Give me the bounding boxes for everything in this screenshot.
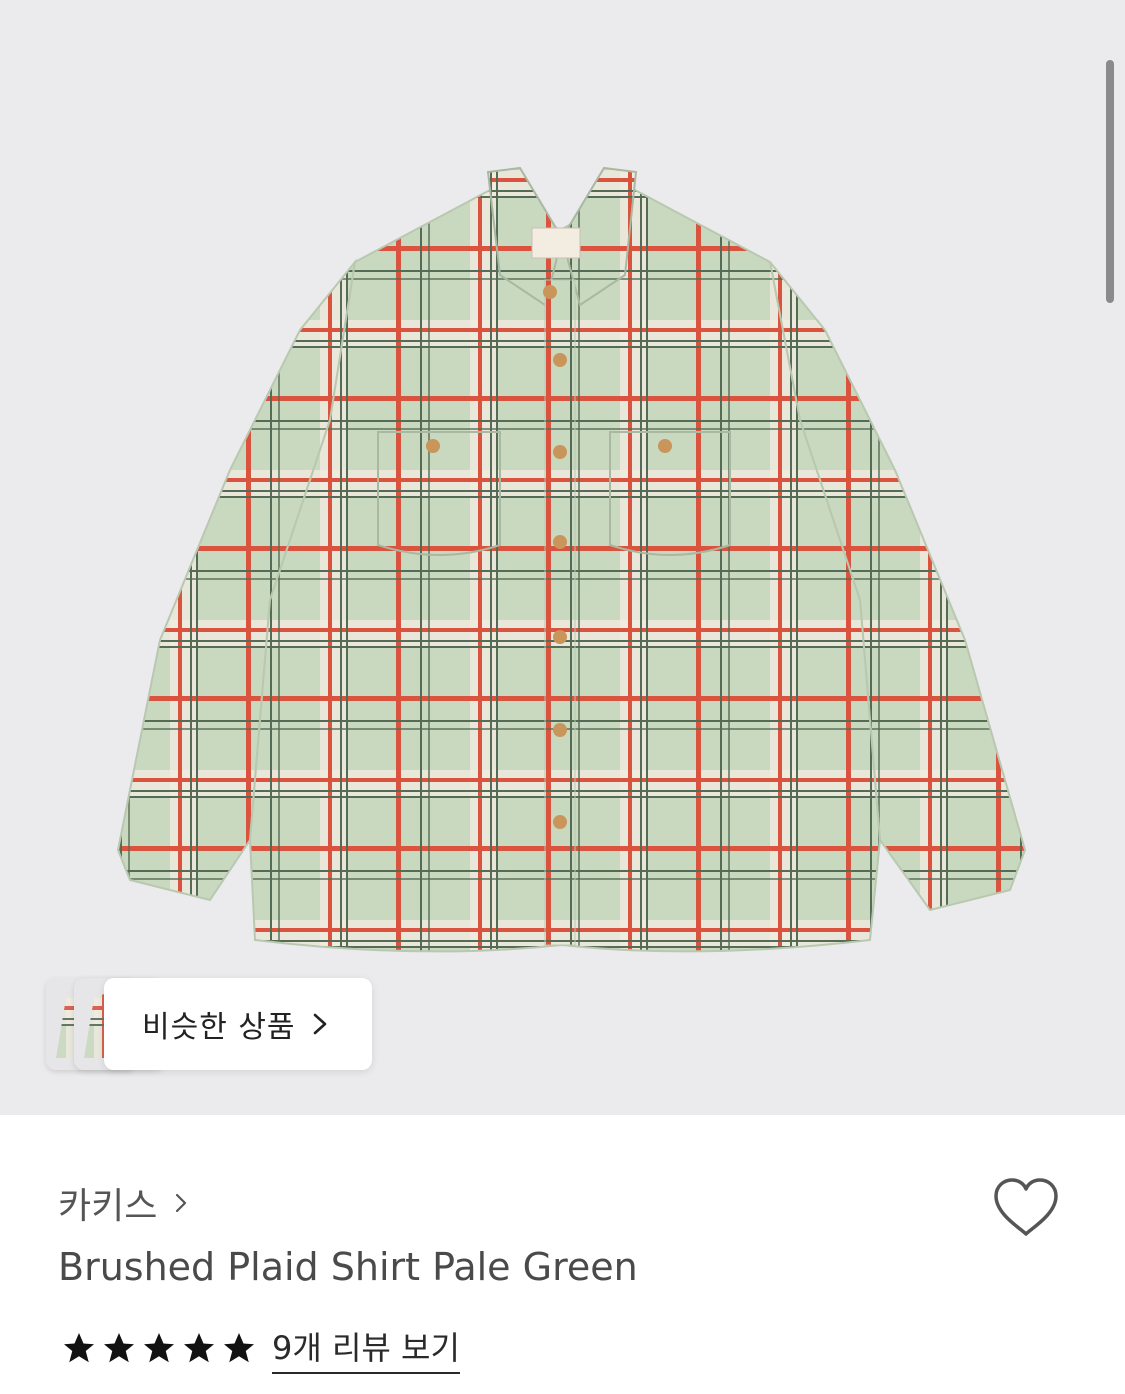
similar-products[interactable]: 비슷한 상품 (46, 978, 372, 1070)
reviews-link[interactable]: 9개 리뷰 보기 (272, 1323, 460, 1374)
product-rating: 9개 리뷰 보기 (60, 1326, 460, 1374)
star-icon (144, 1333, 174, 1363)
heart-icon[interactable] (990, 1176, 1062, 1240)
chevron-right-icon (313, 1013, 326, 1035)
product-image-area[interactable]: 비슷한 상품 (0, 0, 1125, 1115)
chevron-right-icon (176, 1193, 187, 1213)
star-icon (224, 1333, 254, 1363)
brand-link[interactable]: 카키스 (58, 1177, 187, 1229)
star-icon (104, 1333, 134, 1363)
star-icon (184, 1333, 214, 1363)
similar-products-button[interactable]: 비슷한 상품 (104, 978, 372, 1070)
brand-name: 카키스 (58, 1186, 158, 1227)
similar-products-label: 비슷한 상품 (142, 1010, 296, 1045)
rating-stars (60, 1330, 258, 1366)
scrollbar[interactable] (1106, 60, 1114, 303)
product-image (116, 166, 1027, 953)
star-icon (64, 1333, 94, 1363)
product-title: Brushed Plaid Shirt Pale Green (58, 1245, 638, 1289)
